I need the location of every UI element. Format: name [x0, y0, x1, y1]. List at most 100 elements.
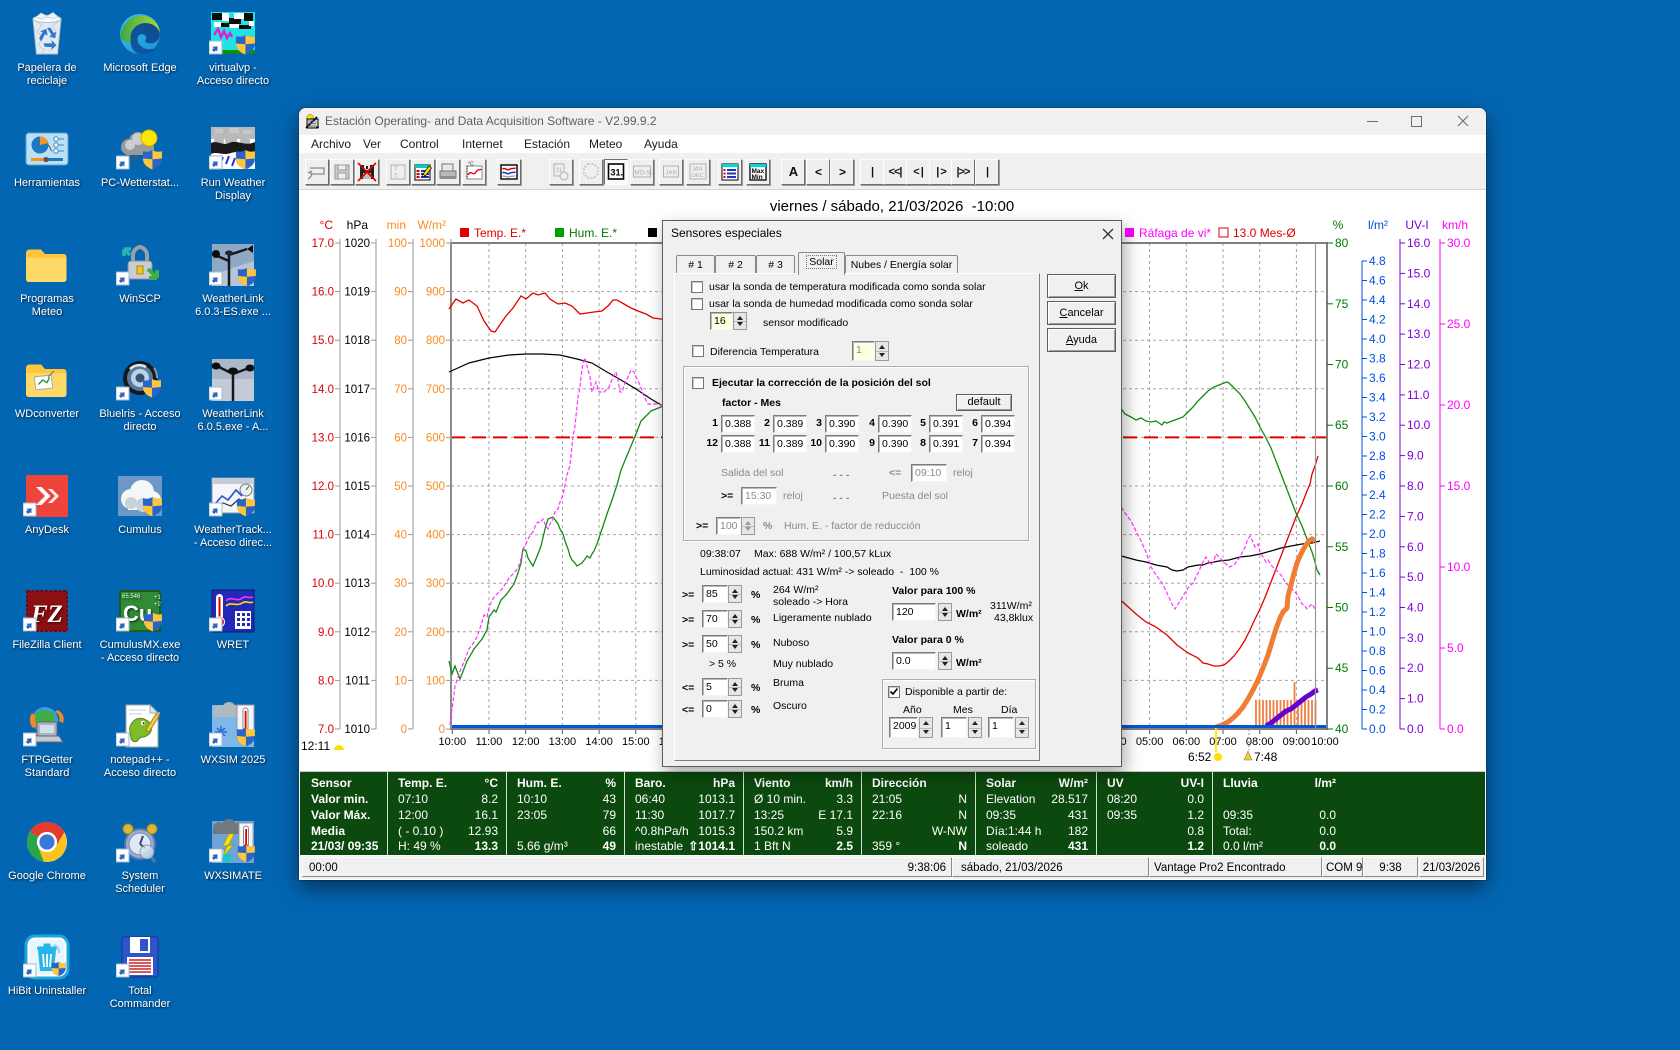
- svg-text:1010: 1010: [344, 724, 370, 736]
- svg-text:0.8: 0.8: [1369, 644, 1386, 658]
- svg-text:5.0: 5.0: [1407, 570, 1424, 584]
- svg-text:10:00: 10:00: [1311, 736, 1339, 748]
- svg-text:300: 300: [426, 578, 445, 590]
- svg-text:1012: 1012: [344, 627, 370, 639]
- svg-text:Min: Min: [752, 174, 763, 181]
- svg-text:UV-I: UV-I: [1405, 218, 1428, 232]
- svg-text:JAN: JAN: [692, 167, 702, 173]
- svg-text:0: 0: [401, 724, 407, 736]
- svg-text:700: 700: [426, 384, 445, 396]
- svg-text:hPa: hPa: [347, 218, 369, 232]
- svg-text:6.0: 6.0: [1407, 540, 1424, 554]
- svg-text:17.0: 17.0: [312, 238, 334, 250]
- svg-text:75: 75: [1335, 297, 1349, 311]
- svg-text:100: 100: [388, 238, 407, 250]
- svg-text:08:00: 08:00: [1246, 736, 1274, 748]
- svg-text:3.0: 3.0: [1407, 631, 1424, 645]
- svg-text:2.2: 2.2: [1369, 508, 1386, 522]
- svg-text:9.0: 9.0: [1407, 449, 1424, 463]
- svg-text:10:00: 10:00: [439, 736, 467, 748]
- svg-text:1019: 1019: [344, 287, 370, 299]
- svg-text:13:00: 13:00: [549, 736, 577, 748]
- svg-text:10.0: 10.0: [312, 578, 334, 590]
- svg-text:min: min: [387, 218, 406, 232]
- svg-text:25.0: 25.0: [1447, 317, 1471, 331]
- svg-text:50: 50: [1335, 601, 1349, 615]
- svg-text:viernes / sábado, 21/03/2026: viernes / sábado, 21/03/2026 -10:00: [770, 198, 1014, 215]
- svg-text:13.0: 13.0: [312, 432, 334, 444]
- svg-text:14:00: 14:00: [585, 736, 613, 748]
- svg-text:km/h: km/h: [1442, 218, 1468, 232]
- svg-text:3.0: 3.0: [1369, 430, 1386, 444]
- svg-text:90: 90: [394, 287, 407, 299]
- svg-text:13.0 Mes-Ø: 13.0 Mes-Ø: [1233, 226, 1296, 240]
- svg-text:07:00: 07:00: [1209, 736, 1237, 748]
- svg-text:13.0: 13.0: [1407, 327, 1431, 341]
- svg-text:°C: °C: [320, 218, 334, 232]
- svg-text:8.0: 8.0: [1407, 479, 1424, 493]
- svg-text:80: 80: [394, 335, 407, 347]
- svg-text:0.4: 0.4: [1369, 683, 1386, 697]
- svg-text:500: 500: [426, 481, 445, 493]
- svg-text:1.2: 1.2: [1369, 605, 1386, 619]
- svg-text:4.4: 4.4: [1369, 293, 1386, 307]
- svg-text:JAN: JAN: [666, 171, 677, 177]
- svg-text:15.0: 15.0: [312, 335, 334, 347]
- svg-text:Temp. E.*: Temp. E.*: [474, 226, 526, 240]
- svg-text:0.0: 0.0: [1407, 722, 1424, 736]
- svg-text:12.0: 12.0: [312, 481, 334, 493]
- svg-text:Hum. E.*: Hum. E.*: [569, 226, 617, 240]
- svg-text:40: 40: [1335, 722, 1349, 736]
- svg-text:DEC: DEC: [692, 173, 704, 179]
- svg-text:1017: 1017: [344, 384, 370, 396]
- svg-text:7.0: 7.0: [318, 724, 334, 736]
- svg-text:70: 70: [394, 384, 407, 396]
- svg-text:2.4: 2.4: [1369, 488, 1386, 502]
- svg-text:11:00: 11:00: [476, 736, 503, 748]
- svg-text:2.8: 2.8: [1369, 449, 1386, 463]
- svg-text:12:11: 12:11: [301, 739, 330, 753]
- svg-text:200: 200: [426, 627, 445, 639]
- svg-text:1011: 1011: [345, 675, 370, 687]
- svg-text:50: 50: [394, 481, 407, 493]
- svg-text:80: 80: [1335, 236, 1349, 250]
- svg-text:15:00: 15:00: [622, 736, 650, 748]
- svg-text:1014: 1014: [344, 530, 370, 542]
- svg-text:6:52: 6:52: [1188, 750, 1212, 764]
- svg-text:1.8: 1.8: [1369, 547, 1386, 561]
- svg-text:W/m²: W/m²: [417, 218, 446, 232]
- svg-text:55: 55: [1335, 540, 1349, 554]
- svg-text:12:00: 12:00: [512, 736, 540, 748]
- svg-text:11.0: 11.0: [1407, 388, 1430, 402]
- svg-text:40: 40: [394, 530, 407, 542]
- svg-text:0.0: 0.0: [1447, 722, 1464, 736]
- svg-text:1013: 1013: [344, 578, 370, 590]
- svg-text:3.4: 3.4: [1369, 391, 1386, 405]
- svg-text:11.0: 11.0: [312, 530, 334, 542]
- svg-text:1016: 1016: [344, 432, 370, 444]
- svg-text:4.6: 4.6: [1369, 274, 1386, 288]
- svg-text:4.0: 4.0: [1369, 332, 1386, 346]
- svg-text:10: 10: [394, 675, 407, 687]
- svg-text:1.0: 1.0: [1407, 692, 1424, 706]
- svg-text:°C: °C: [468, 162, 474, 168]
- svg-text:900: 900: [426, 287, 445, 299]
- svg-text:0.2: 0.2: [1369, 703, 1386, 717]
- svg-text:1.6: 1.6: [1369, 566, 1386, 580]
- svg-text:15.0: 15.0: [1447, 479, 1471, 493]
- svg-text:05:00: 05:00: [1136, 736, 1164, 748]
- svg-text:MO-SU: MO-SU: [635, 171, 654, 177]
- svg-text:65.546: 65.546: [122, 594, 141, 600]
- svg-text:14.0: 14.0: [1407, 297, 1431, 311]
- svg-text:3.8: 3.8: [1369, 352, 1386, 366]
- svg-text:2.0: 2.0: [1369, 527, 1386, 541]
- svg-text:60: 60: [394, 432, 407, 444]
- svg-text:T: T: [394, 167, 398, 173]
- svg-text:T: T: [394, 174, 398, 180]
- svg-text:1018: 1018: [344, 335, 370, 347]
- svg-text:l/m²: l/m²: [1368, 218, 1388, 232]
- svg-text:14.0: 14.0: [312, 384, 334, 396]
- svg-text:1000: 1000: [419, 238, 445, 250]
- svg-text:4.8: 4.8: [1369, 254, 1386, 268]
- svg-text:4.0: 4.0: [1407, 601, 1424, 615]
